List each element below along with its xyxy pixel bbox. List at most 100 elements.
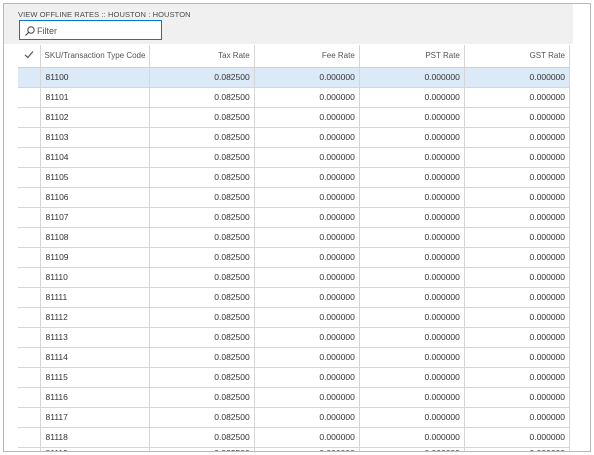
fee-rate-cell: 0.000000 <box>254 347 360 368</box>
row-checkbox[interactable] <box>18 227 41 248</box>
sku-cell: 81118 <box>40 427 150 448</box>
row-checkbox[interactable] <box>18 67 41 88</box>
pst-rate-cell: 0.000000 <box>359 367 465 388</box>
sku-cell: 81119 <box>40 447 150 451</box>
fee-rate-cell: 0.000000 <box>254 167 360 188</box>
row-checkbox[interactable] <box>18 127 41 148</box>
tax-rate-cell: 0.082500 <box>149 427 255 448</box>
fee-rate-cell: 0.000000 <box>254 87 360 108</box>
filter-field[interactable] <box>19 20 162 40</box>
tax-rate-cell: 0.082500 <box>149 127 255 148</box>
column-header-pst-rate[interactable]: PST Rate <box>359 45 465 68</box>
pst-rate-cell: 0.000000 <box>359 427 465 448</box>
row-checkbox[interactable] <box>18 247 41 268</box>
gst-rate-cell: 0.000000 <box>464 267 571 288</box>
gst-rate-cell: 0.000000 <box>464 87 571 108</box>
tax-rate-cell: 0.082500 <box>149 227 255 248</box>
pst-rate-cell: 0.000000 <box>359 107 465 128</box>
gst-rate-cell: 0.000000 <box>464 187 571 208</box>
vertical-scrollbar[interactable] <box>573 4 590 451</box>
row-checkbox[interactable] <box>18 327 41 348</box>
sku-cell: 81109 <box>40 247 150 268</box>
table-row[interactable]: 81108 0.082500 0.000000 0.000000 0.000000 <box>18 227 571 248</box>
pst-rate-cell: 0.000000 <box>359 247 465 268</box>
pst-rate-cell: 0.000000 <box>359 447 465 451</box>
row-checkbox[interactable] <box>18 447 41 451</box>
row-checkbox[interactable] <box>18 407 41 428</box>
sku-cell: 81103 <box>40 127 150 148</box>
column-header-fee-rate[interactable]: Fee Rate <box>254 45 360 68</box>
pst-rate-cell: 0.000000 <box>359 127 465 148</box>
pst-rate-cell: 0.000000 <box>359 327 465 348</box>
filter-input[interactable] <box>37 23 157 38</box>
tax-rate-cell: 0.082500 <box>149 167 255 188</box>
select-all-checkbox[interactable] <box>18 45 41 68</box>
table-row[interactable]: 81103 0.082500 0.000000 0.000000 0.000000 <box>18 127 571 148</box>
column-header-sku[interactable]: SKU/Transaction Type Code <box>40 45 150 68</box>
row-checkbox[interactable] <box>18 107 41 128</box>
row-checkbox[interactable] <box>18 267 41 288</box>
sku-cell: 81114 <box>40 347 150 368</box>
fee-rate-cell: 0.000000 <box>254 287 360 308</box>
row-checkbox[interactable] <box>18 347 41 368</box>
tax-rate-cell: 0.082500 <box>149 287 255 308</box>
gst-rate-cell: 0.000000 <box>464 427 571 448</box>
table-row[interactable]: 81114 0.082500 0.000000 0.000000 0.000000 <box>18 347 571 368</box>
row-checkbox[interactable] <box>18 287 41 308</box>
gst-rate-cell: 0.000000 <box>464 147 571 168</box>
pst-rate-cell: 0.000000 <box>359 187 465 208</box>
table-row[interactable]: 81116 0.082500 0.000000 0.000000 0.000000 <box>18 387 571 408</box>
row-checkbox[interactable] <box>18 387 41 408</box>
column-header-gst-rate[interactable]: GST Rate <box>464 45 571 68</box>
tax-rate-cell: 0.082500 <box>149 447 255 451</box>
table-row[interactable]: 81117 0.082500 0.000000 0.000000 0.000000 <box>18 407 571 428</box>
row-checkbox[interactable] <box>18 427 41 448</box>
table-row[interactable]: 81110 0.082500 0.000000 0.000000 0.000000 <box>18 267 571 288</box>
fee-rate-cell: 0.000000 <box>254 427 360 448</box>
tax-rate-cell: 0.082500 <box>149 327 255 348</box>
table-row[interactable]: 811190.0825000.0000000.0000000.000000 <box>18 447 571 451</box>
row-checkbox[interactable] <box>18 187 41 208</box>
gst-rate-cell: 0.000000 <box>464 247 571 268</box>
table-row[interactable]: 81115 0.082500 0.000000 0.000000 0.000000 <box>18 367 571 388</box>
table-row[interactable]: 81113 0.082500 0.000000 0.000000 0.000000 <box>18 327 571 348</box>
tax-rate-cell: 0.082500 <box>149 107 255 128</box>
table-row[interactable]: 81100 0.082500 0.000000 0.000000 0.000000 <box>18 67 571 88</box>
row-checkbox[interactable] <box>18 167 41 188</box>
fee-rate-cell: 0.000000 <box>254 247 360 268</box>
pst-rate-cell: 0.000000 <box>359 207 465 228</box>
table-row[interactable]: 81101 0.082500 0.000000 0.000000 0.000000 <box>18 87 571 108</box>
table-row[interactable]: 81109 0.082500 0.000000 0.000000 0.000000 <box>18 247 571 268</box>
search-icon <box>25 26 35 36</box>
fee-rate-cell: 0.000000 <box>254 307 360 328</box>
table-row[interactable]: 81107 0.082500 0.000000 0.000000 0.000000 <box>18 207 571 228</box>
fee-rate-cell: 0.000000 <box>254 407 360 428</box>
tax-rate-cell: 0.082500 <box>149 367 255 388</box>
row-checkbox[interactable] <box>18 87 41 108</box>
table-row[interactable]: 81118 0.082500 0.000000 0.000000 0.000000 <box>18 427 571 448</box>
tax-rate-cell: 0.082500 <box>149 187 255 208</box>
sku-cell: 81101 <box>40 87 150 108</box>
page-title: VIEW OFFLINE RATES :: HOUSTON : HOUSTON <box>18 10 191 19</box>
table-row[interactable]: 81112 0.082500 0.000000 0.000000 0.000000 <box>18 307 571 328</box>
checkmark-icon <box>24 51 34 59</box>
panel-header: VIEW OFFLINE RATES :: HOUSTON : HOUSTON <box>4 4 590 44</box>
row-checkbox[interactable] <box>18 307 41 328</box>
pst-rate-cell: 0.000000 <box>359 227 465 248</box>
table-row[interactable]: 81104 0.082500 0.000000 0.000000 0.000000 <box>18 147 571 168</box>
table-row[interactable]: 81102 0.082500 0.000000 0.000000 0.000000 <box>18 107 571 128</box>
sku-cell: 81106 <box>40 187 150 208</box>
fee-rate-cell: 0.000000 <box>254 387 360 408</box>
table-row[interactable]: 81106 0.082500 0.000000 0.000000 0.000000 <box>18 187 571 208</box>
pst-rate-cell: 0.000000 <box>359 267 465 288</box>
gst-rate-cell: 0.000000 <box>464 127 571 148</box>
row-checkbox[interactable] <box>18 147 41 168</box>
tax-rate-cell: 0.082500 <box>149 267 255 288</box>
row-checkbox[interactable] <box>18 207 41 228</box>
sku-cell: 81108 <box>40 227 150 248</box>
column-header-tax-rate[interactable]: Tax Rate <box>149 45 255 68</box>
row-checkbox[interactable] <box>18 367 41 388</box>
table-row[interactable]: 81105 0.082500 0.000000 0.000000 0.000000 <box>18 167 571 188</box>
table-row[interactable]: 81111 0.082500 0.000000 0.000000 0.000000 <box>18 287 571 308</box>
tax-rate-cell: 0.082500 <box>149 387 255 408</box>
